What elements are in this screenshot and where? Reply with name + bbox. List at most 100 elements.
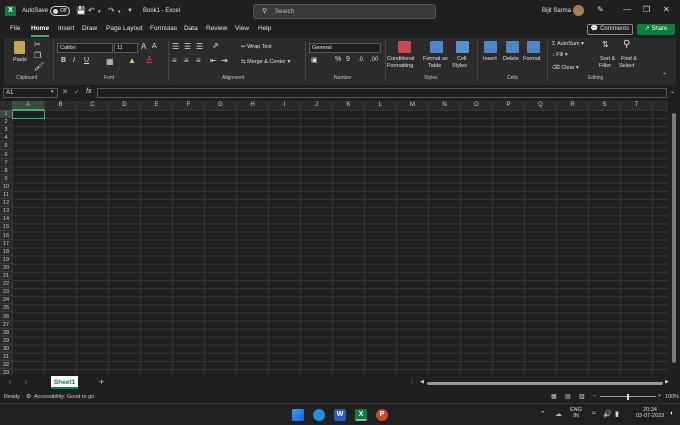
- wrap-text-button[interactable]: ↩ Wrap Text: [241, 44, 272, 50]
- middle-align-icon[interactable]: ☰: [184, 42, 191, 51]
- tab-review[interactable]: Review: [206, 25, 227, 32]
- format-as-table-icon[interactable]: [430, 41, 443, 53]
- autosave-toggle[interactable]: Off: [50, 6, 70, 16]
- column-header[interactable]: D: [109, 101, 141, 110]
- row-header[interactable]: 1: [0, 110, 12, 119]
- accessibility-status[interactable]: Accessibility: Good to go: [34, 394, 94, 400]
- tab-home[interactable]: Home: [31, 25, 50, 37]
- expand-formula-bar-icon[interactable]: ⌄: [670, 88, 675, 95]
- row-header[interactable]: 9: [0, 175, 12, 183]
- prev-sheet-icon[interactable]: ‹: [9, 379, 11, 386]
- find-select-label2[interactable]: Select: [619, 63, 634, 69]
- find-select-icon[interactable]: ⚲: [623, 39, 630, 50]
- column-header[interactable]: K: [333, 101, 365, 110]
- formula-input[interactable]: [97, 88, 667, 98]
- page-layout-view-icon[interactable]: ▤: [565, 393, 571, 400]
- tab-formulas[interactable]: Formulas: [150, 25, 177, 32]
- next-sheet-icon[interactable]: ›: [25, 379, 27, 386]
- column-header[interactable]: S: [589, 101, 621, 110]
- tab-data[interactable]: Data: [184, 25, 198, 32]
- undo-icon[interactable]: ↶: [88, 6, 95, 15]
- row-header[interactable]: 20: [0, 264, 12, 272]
- row-header[interactable]: 23: [0, 288, 12, 297]
- tab-file[interactable]: File: [10, 25, 20, 32]
- row-header[interactable]: 26: [0, 313, 12, 321]
- column-header[interactable]: E: [141, 101, 173, 110]
- format-cells-icon[interactable]: [527, 41, 540, 53]
- zoom-out-icon[interactable]: −: [593, 393, 596, 399]
- font-size-select[interactable]: 11: [114, 43, 138, 53]
- user-name[interactable]: Bijit Sarma: [542, 8, 571, 14]
- select-all-button[interactable]: [0, 101, 12, 110]
- restore-icon[interactable]: ❐: [643, 5, 650, 14]
- scroll-right-icon[interactable]: ▶: [665, 379, 669, 385]
- customize-toolbar-icon[interactable]: ▼: [127, 8, 133, 14]
- shrink-font-icon[interactable]: A: [152, 43, 157, 50]
- clock[interactable]: 20:34 03-07-2023: [636, 407, 664, 419]
- language-indicator[interactable]: ENG IN: [570, 407, 582, 419]
- row-header[interactable]: 31: [0, 353, 12, 362]
- format-cells-label[interactable]: Format: [523, 56, 540, 62]
- cancel-formula-icon[interactable]: ✕: [62, 88, 68, 96]
- zoom-in-icon[interactable]: +: [658, 393, 661, 399]
- row-header[interactable]: 21: [0, 272, 12, 281]
- delete-cells-icon[interactable]: [506, 41, 519, 53]
- word-icon[interactable]: W: [334, 409, 346, 421]
- sheet-tab-sheet1[interactable]: Sheet1: [51, 376, 78, 389]
- row-header[interactable]: 11: [0, 191, 12, 200]
- row-header[interactable]: 4: [0, 134, 12, 143]
- row-header[interactable]: 28: [0, 329, 12, 337]
- scroll-left-icon[interactable]: ◀: [420, 379, 424, 385]
- row-header[interactable]: 13: [0, 207, 12, 216]
- format-as-table-label2[interactable]: Table: [428, 63, 441, 69]
- row-header[interactable]: 19: [0, 256, 12, 264]
- tab-insert[interactable]: Insert: [58, 25, 74, 32]
- horizontal-scrollbar[interactable]: ◀ ▶: [420, 379, 670, 387]
- search-box[interactable]: ⚲ Search: [253, 4, 436, 19]
- align-center-icon[interactable]: ≡: [184, 56, 189, 65]
- delete-cells-label[interactable]: Delete: [503, 56, 519, 62]
- zoom-level[interactable]: 100%: [665, 394, 679, 400]
- borders-icon[interactable]: ▦: [106, 57, 114, 66]
- row-header[interactable]: 18: [0, 248, 12, 256]
- number-format-select[interactable]: General: [309, 43, 381, 53]
- vertical-scrollbar[interactable]: [670, 101, 678, 375]
- conditional-formatting-label[interactable]: Conditional: [387, 56, 415, 62]
- cut-icon[interactable]: ✂: [34, 40, 41, 49]
- row-header[interactable]: 2: [0, 118, 12, 127]
- autosum-button[interactable]: Σ AutoSum ▾: [552, 41, 584, 47]
- column-header[interactable]: M: [397, 101, 429, 110]
- row-header[interactable]: 32: [0, 361, 12, 370]
- name-box[interactable]: A1: [3, 88, 58, 98]
- font-name-select[interactable]: Calibri: [57, 43, 113, 53]
- sheet-scroll-handle-icon[interactable]: ⋮: [409, 378, 415, 385]
- currency-icon[interactable]: ▣: [311, 56, 318, 64]
- row-header[interactable]: 12: [0, 199, 12, 208]
- column-header[interactable]: T: [621, 101, 653, 110]
- avatar[interactable]: [573, 5, 584, 16]
- collapse-ribbon-icon[interactable]: ⌃: [662, 72, 667, 79]
- column-header[interactable]: C: [77, 101, 109, 110]
- format-as-table-label[interactable]: Format as: [423, 56, 448, 62]
- italic-icon[interactable]: I: [73, 57, 75, 64]
- insert-cells-icon[interactable]: [484, 41, 497, 53]
- column-header[interactable]: H: [237, 101, 269, 110]
- row-header[interactable]: 6: [0, 151, 12, 159]
- percent-icon[interactable]: %: [335, 56, 341, 63]
- paste-icon[interactable]: [14, 41, 25, 54]
- tab-draw[interactable]: Draw: [82, 25, 97, 32]
- tab-view[interactable]: View: [235, 25, 249, 32]
- active-cell[interactable]: [12, 110, 45, 119]
- battery-icon[interactable]: ▮: [615, 410, 619, 418]
- underline-icon[interactable]: U: [84, 57, 89, 64]
- row-header[interactable]: 24: [0, 296, 12, 305]
- column-header[interactable]: F: [173, 101, 205, 110]
- increase-indent-icon[interactable]: ⇥: [221, 56, 228, 65]
- row-header[interactable]: 29: [0, 337, 12, 345]
- cell-grid[interactable]: [12, 110, 668, 375]
- cell-styles-label[interactable]: Cell: [457, 56, 466, 62]
- top-align-icon[interactable]: ☰: [172, 42, 179, 51]
- zoom-slider-thumb[interactable]: [627, 394, 629, 400]
- merge-center-button[interactable]: ⇆ Merge & Center ▾: [241, 59, 290, 65]
- column-header[interactable]: L: [365, 101, 397, 110]
